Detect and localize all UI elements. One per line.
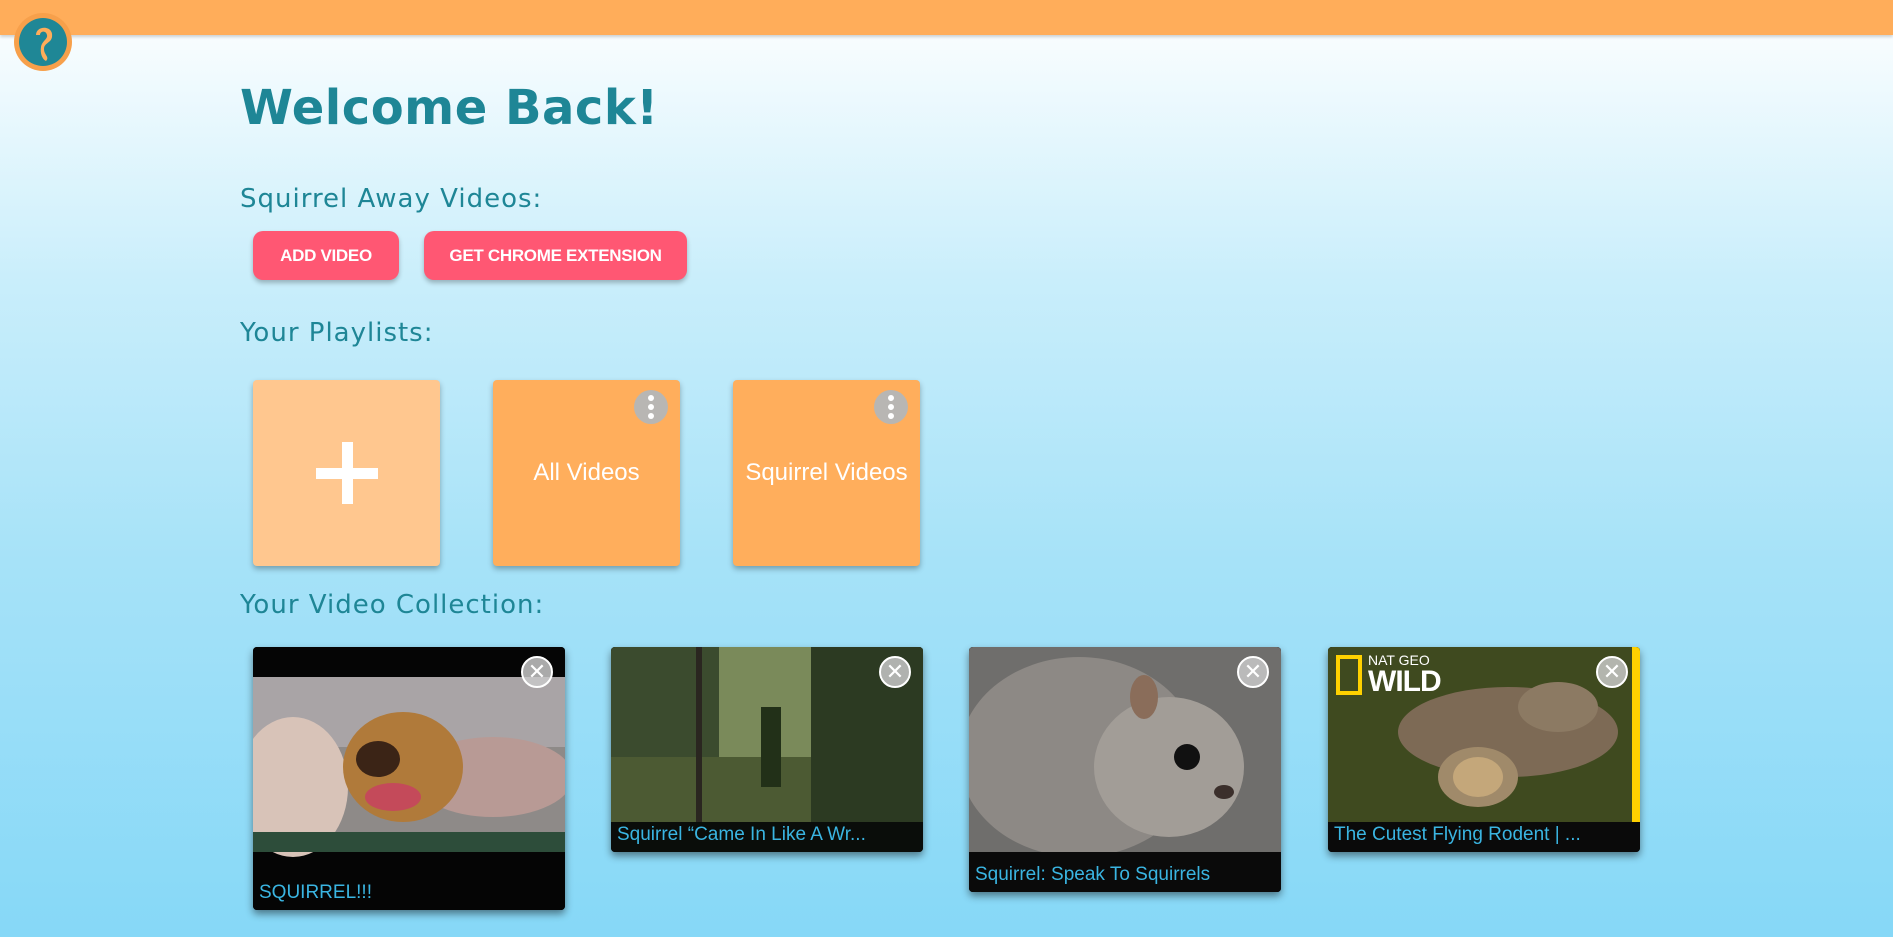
playlist-label: All Videos [533, 459, 640, 486]
video-thumbnail [253, 647, 565, 910]
video-card[interactable]: ✕ Squirrel “Came In Like A Wr... [611, 647, 923, 852]
video-title: The Cutest Flying Rodent | ... [1334, 824, 1581, 845]
plus-icon [315, 442, 378, 504]
top-bar [0, 0, 1893, 35]
get-chrome-extension-button[interactable]: GET CHROME EXTENSION [424, 231, 687, 280]
video-collection-heading: Your Video Collection: [240, 590, 545, 620]
video-title: Squirrel: Speak To Squirrels [975, 864, 1211, 885]
more-options-icon[interactable] [634, 390, 668, 424]
playlist-tile-all-videos[interactable]: All Videos [493, 380, 680, 566]
add-video-button[interactable]: ADD VIDEO [253, 231, 399, 280]
squirrel-away-heading: Squirrel Away Videos: [240, 184, 543, 214]
page-title: Welcome Back! [240, 80, 659, 136]
video-title: Squirrel “Came In Like A Wr... [617, 824, 866, 845]
remove-video-icon[interactable]: ✕ [521, 656, 553, 688]
playlist-tile-squirrel-videos[interactable]: Squirrel Videos [733, 380, 920, 566]
video-thumbnail [969, 647, 1281, 892]
remove-video-icon[interactable]: ✕ [879, 656, 911, 688]
brand-line-2: WILD [1368, 665, 1442, 698]
video-card[interactable]: NAT GEO WILD ✕ The Cutest Flying Rodent … [1328, 647, 1640, 852]
nat-geo-wild-logo: NAT GEO WILD [1336, 653, 1442, 698]
video-card[interactable]: ✕ Squirrel: Speak To Squirrels [969, 647, 1281, 892]
remove-video-icon[interactable]: ✕ [1596, 656, 1628, 688]
video-card[interactable]: ✕ SQUIRREL!!! [253, 647, 565, 910]
video-thumbnail [611, 647, 923, 852]
add-playlist-tile[interactable] [253, 380, 440, 566]
more-options-icon[interactable] [874, 390, 908, 424]
playlist-label: Squirrel Videos [745, 459, 908, 486]
app-logo[interactable] [14, 13, 72, 71]
video-title: SQUIRREL!!! [259, 882, 372, 903]
squirrel-tail-icon [36, 27, 53, 61]
playlists-heading: Your Playlists: [240, 318, 434, 348]
remove-video-icon[interactable]: ✕ [1237, 656, 1269, 688]
yellow-border-icon [1336, 655, 1362, 695]
